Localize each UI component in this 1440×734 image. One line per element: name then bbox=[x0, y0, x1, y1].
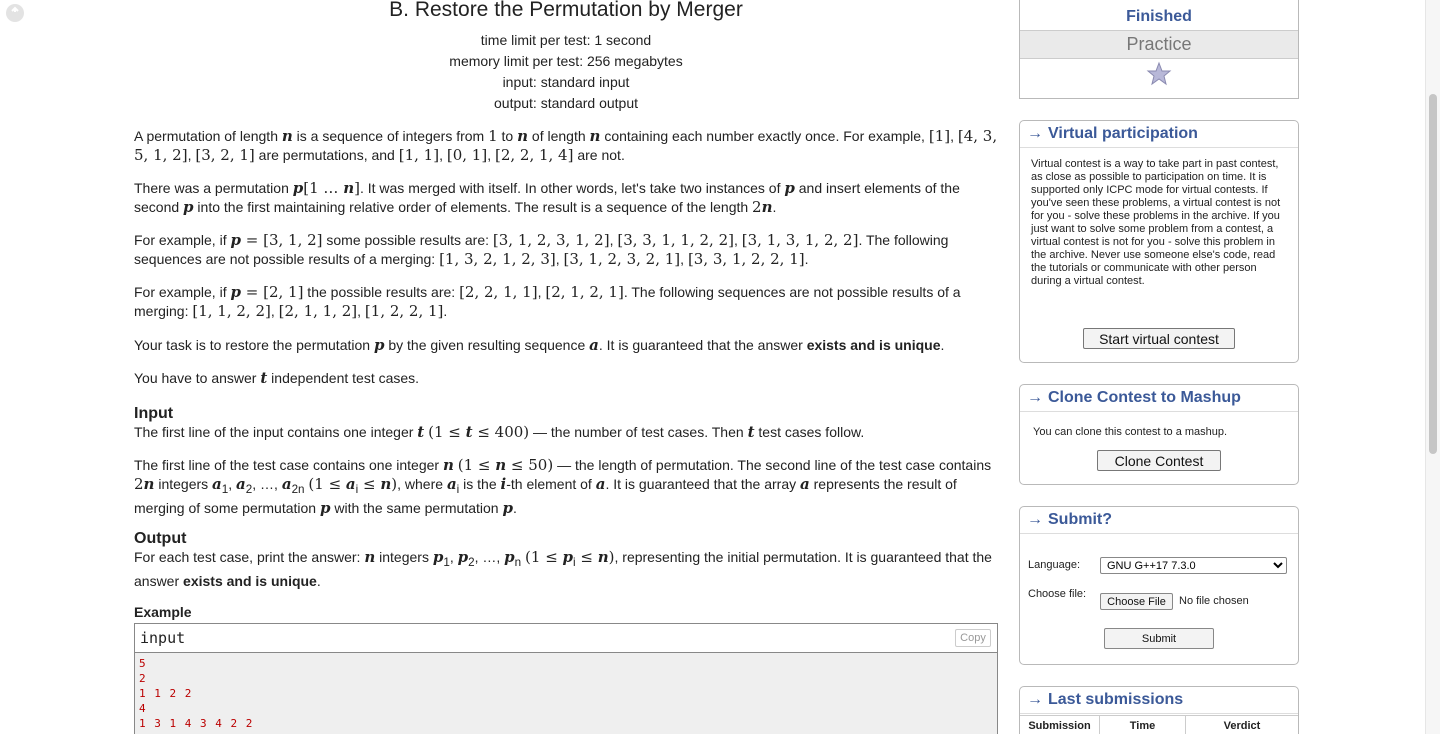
clone-contest-title: → Clone Contest to Mashup bbox=[1020, 385, 1298, 412]
output-paragraph: For each test case, print the answer: n … bbox=[134, 548, 992, 589]
output-heading: Output bbox=[134, 530, 187, 547]
legend-paragraph-3: For example, if p = [3, 1, 2] some possi… bbox=[134, 231, 949, 268]
input-paragraph-2: The first line of the test case contains… bbox=[134, 456, 992, 517]
no-file-chosen: No file chosen bbox=[1179, 595, 1249, 607]
legend-paragraph-6: You have to answer t independent test ca… bbox=[134, 369, 420, 387]
input-heading: Input bbox=[134, 405, 174, 422]
column-time: Time bbox=[1100, 716, 1186, 734]
language-select[interactable]: GNU G++17 7.3.0 bbox=[1100, 557, 1287, 574]
submit-button[interactable]: Submit bbox=[1104, 628, 1214, 649]
choose-file-label: Choose file: bbox=[1028, 588, 1087, 600]
start-virtual-contest-button[interactable]: Start virtual contest bbox=[1083, 328, 1235, 349]
input-paragraph-1: The first line of the input contains one… bbox=[134, 423, 865, 441]
input-file: input: standard input bbox=[502, 74, 630, 90]
sample-line: 2 bbox=[139, 672, 147, 685]
copy-button[interactable]: Copy bbox=[955, 629, 991, 647]
scrollbar-thumb[interactable] bbox=[1429, 94, 1437, 454]
problem-title: B. Restore the Permutation by Merger bbox=[389, 0, 743, 21]
sample-input-title: input bbox=[135, 624, 997, 653]
contest-status-box: Finished Practice bbox=[1019, 0, 1299, 99]
status-practice: Practice bbox=[1020, 31, 1298, 59]
status-finished[interactable]: Finished bbox=[1020, 3, 1298, 31]
clone-contest-button[interactable]: Clone Contest bbox=[1097, 450, 1221, 471]
memory-limit: memory limit per test: 256 megabytes bbox=[449, 53, 683, 69]
last-submissions-title: → Last submissions bbox=[1020, 687, 1298, 714]
legend-paragraph-1: A permutation of length n is a sequence … bbox=[134, 127, 998, 164]
clone-contest-box: → Clone Contest to Mashup You can clone t… bbox=[1019, 384, 1299, 485]
submit-title: → Submit? bbox=[1020, 507, 1298, 534]
column-verdict: Verdict bbox=[1223, 720, 1261, 732]
legend-paragraph-4: For example, if p = [2, 1] the possible … bbox=[134, 283, 961, 320]
vertical-scrollbar[interactable] bbox=[1425, 0, 1440, 734]
sample-line: 1 1 2 2 bbox=[139, 687, 193, 700]
choose-file-button[interactable]: Choose File bbox=[1100, 593, 1173, 610]
output-file: output: standard output bbox=[494, 95, 638, 111]
sample-input: input Copy 5 2 1 1 2 2 4 1 3 1 4 3 4 2 2 bbox=[134, 623, 998, 734]
virtual-participation-box: → Virtual participation Virtual contest i… bbox=[1019, 120, 1299, 363]
star-icon[interactable] bbox=[1020, 60, 1298, 90]
arrow-right-icon: → bbox=[1027, 691, 1043, 708]
sample-input-body: 5 2 1 1 2 2 4 1 3 1 4 3 4 2 2 bbox=[135, 653, 997, 734]
submit-box: → Submit? Language: GNU G++17 7.3.0 Choos… bbox=[1019, 506, 1299, 665]
sample-line: 5 bbox=[139, 657, 147, 670]
arrow-right-icon: → bbox=[1027, 389, 1043, 406]
time-limit: time limit per test: 1 second bbox=[480, 32, 652, 48]
legend-paragraph-5: Your task is to restore the permutation … bbox=[134, 336, 945, 354]
reload-icon[interactable] bbox=[6, 4, 24, 22]
clone-contest-text: You can clone this contest to a mashup. bbox=[1033, 426, 1228, 438]
last-submissions-box: → Last submissions Submission Time Verdic… bbox=[1019, 686, 1299, 734]
arrow-right-icon: → bbox=[1027, 511, 1043, 528]
virtual-participation-title: → Virtual participation bbox=[1020, 121, 1298, 148]
arrow-right-icon: → bbox=[1027, 125, 1043, 142]
sample-line: 4 bbox=[139, 702, 147, 715]
sample-line: 1 3 1 4 3 4 2 2 bbox=[139, 717, 254, 730]
column-submission: Submission bbox=[1020, 716, 1100, 734]
virtual-participation-text: Virtual contest is a way to take part in… bbox=[1031, 158, 1281, 287]
legend-paragraph-2: There was a permutation p[1 … n]. It was… bbox=[134, 179, 960, 216]
language-label: Language: bbox=[1028, 559, 1080, 571]
submissions-table-header: Submission Time Verdict bbox=[1020, 715, 1298, 734]
example-heading: Example bbox=[134, 604, 192, 620]
